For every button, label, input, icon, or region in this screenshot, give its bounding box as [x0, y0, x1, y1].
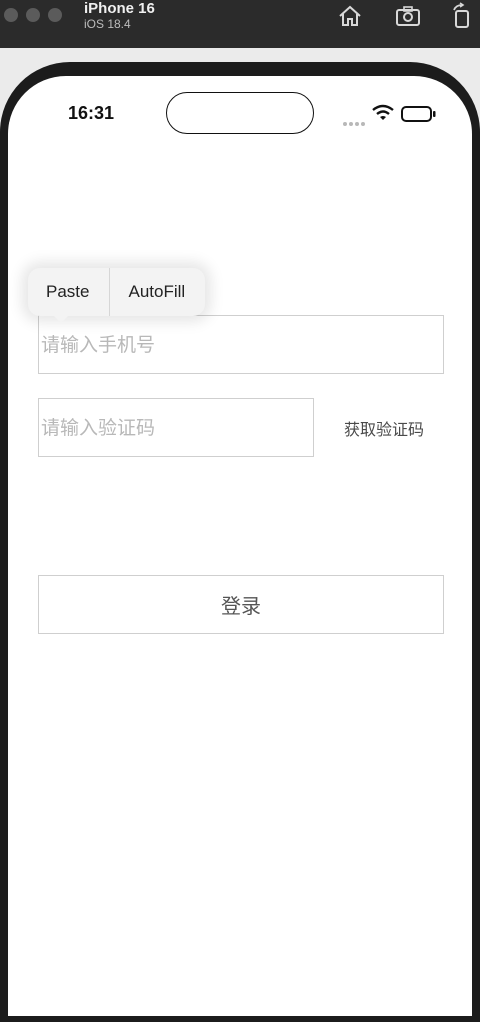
minimize-window-button[interactable]: [26, 8, 40, 22]
dynamic-island: [166, 92, 314, 134]
phone-screen: [8, 76, 472, 1016]
os-version: iOS 18.4: [84, 17, 131, 31]
device-name: iPhone 16: [84, 0, 155, 17]
edit-menu: Paste AutoFill: [28, 268, 206, 316]
close-window-button[interactable]: [4, 8, 18, 22]
rotate-icon[interactable]: [448, 2, 476, 30]
simulator-title-bar: iPhone 16 iOS 18.4: [0, 0, 480, 48]
paste-menu-item[interactable]: Paste: [28, 268, 109, 316]
home-icon[interactable]: [336, 2, 364, 30]
get-code-button[interactable]: 获取验证码: [330, 416, 438, 440]
status-time: 16:31: [68, 103, 115, 123]
menu-pointer: [52, 314, 70, 323]
phone-number-field[interactable]: [38, 315, 445, 374]
autofill-menu-item[interactable]: AutoFill: [110, 268, 205, 316]
screenshot-icon[interactable]: [394, 2, 422, 30]
wifi-icon: [372, 104, 394, 126]
verification-code-field[interactable]: [38, 398, 315, 457]
login-button[interactable]: 登录: [38, 575, 444, 634]
phone-number-input[interactable]: [39, 316, 445, 373]
verification-code-input[interactable]: [39, 399, 315, 456]
cellular-dots-icon: [342, 113, 366, 132]
zoom-window-button[interactable]: [48, 8, 62, 22]
battery-icon: [401, 106, 437, 126]
